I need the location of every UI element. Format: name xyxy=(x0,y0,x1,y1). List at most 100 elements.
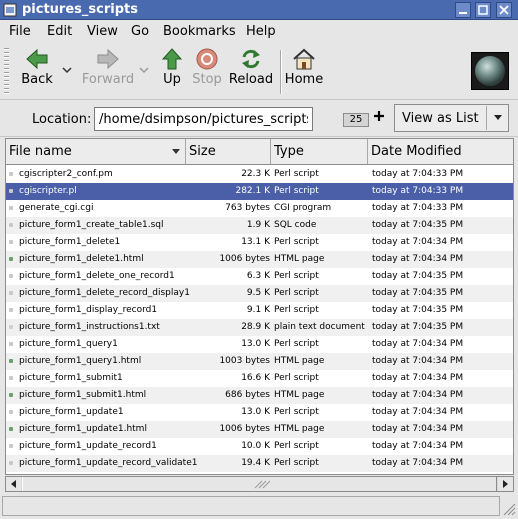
file-date-cell: today at 7:04:33 PM xyxy=(372,203,464,213)
resize-grip-icon[interactable] xyxy=(500,500,516,516)
column-size-label: Size xyxy=(189,144,216,159)
table-row[interactable]: picture_form1_update1.html 1006 bytes HTML… xyxy=(6,421,513,438)
table-row[interactable]: picture_form1_instructions1.txt 28.9 K pla… xyxy=(6,319,513,336)
file-name-cell: picture_form1_delete1.html xyxy=(19,254,144,264)
menu-bookmarks[interactable]: Bookmarks xyxy=(163,24,236,39)
file-icon xyxy=(9,172,13,176)
back-button[interactable]: Back xyxy=(14,46,60,98)
minimize-icon[interactable] xyxy=(455,2,471,18)
scroll-left-icon[interactable] xyxy=(6,477,21,491)
file-type-cell: Perl script xyxy=(274,458,319,468)
file-type-cell: Perl script xyxy=(274,407,319,417)
reload-icon xyxy=(242,49,260,69)
file-name-cell: picture_form1_update1 xyxy=(19,407,124,417)
file-size-cell: 16.6 K xyxy=(241,373,270,383)
file-date-cell: today at 7:04:35 PM xyxy=(372,220,464,230)
file-icon xyxy=(9,342,13,346)
chevron-down-icon xyxy=(486,106,508,130)
view-as-select[interactable]: View as List xyxy=(394,104,509,132)
file-name-cell: picture_form1_update_record_validate1 xyxy=(19,458,198,468)
file-name-cell: picture_form1_update1.html xyxy=(19,424,147,434)
file-size-cell: 13.0 K xyxy=(241,407,270,417)
reload-button[interactable]: Reload xyxy=(228,46,274,98)
maximize-icon[interactable] xyxy=(475,2,491,18)
table-row[interactable]: picture_form1_create_table1.sql 1.9 K SQL … xyxy=(6,217,513,234)
table-row[interactable]: cgiscripter.pl 282.1 K Perl script today at… xyxy=(6,183,513,200)
file-date-cell: today at 7:04:35 PM xyxy=(372,322,464,332)
stop-icon xyxy=(196,48,218,70)
table-row[interactable]: picture_form1_display_record1 9.1 K Perl s… xyxy=(6,302,513,319)
location-label: Location: xyxy=(32,112,92,127)
file-type-cell: Perl script xyxy=(274,169,319,179)
file-name-cell: picture_form1_delete_record_display1 xyxy=(19,288,190,298)
file-size-cell: 1003 bytes xyxy=(219,356,270,366)
home-button[interactable]: Home xyxy=(284,46,324,98)
scroll-right-icon[interactable] xyxy=(498,477,513,491)
forward-history-icon[interactable] xyxy=(138,64,150,76)
file-date-cell: today at 7:04:35 PM xyxy=(372,305,464,315)
file-type-cell: HTML page xyxy=(274,356,325,366)
menu-edit[interactable]: Edit xyxy=(47,24,72,39)
table-row[interactable]: picture_form1_delete1.html 1006 bytes HTML… xyxy=(6,251,513,268)
table-row[interactable]: picture_form1_update1 13.0 K Perl script to… xyxy=(6,404,513,421)
file-name-cell: picture_form1_delete1 xyxy=(19,237,121,247)
table-row[interactable]: cgiscripter2_conf.pm 22.3 K Perl script tod… xyxy=(6,166,513,183)
table-row[interactable]: picture_form1_delete_record_display1 9.5 … xyxy=(6,285,513,302)
file-icon xyxy=(9,376,13,380)
toolbar-grip[interactable] xyxy=(4,48,9,96)
file-date-cell: today at 7:04:34 PM xyxy=(372,458,464,468)
file-size-cell: 763 bytes xyxy=(225,203,270,213)
status-text-area xyxy=(2,496,500,516)
file-list[interactable]: File name Size Type Date Modified cgiscr… xyxy=(5,138,514,475)
column-date-label: Date Modified xyxy=(371,144,462,159)
table-row[interactable]: picture_form1_update_record1 10.0 K Perl s… xyxy=(6,438,513,455)
menu-file[interactable]: File xyxy=(9,24,31,39)
scrollbar-thumb[interactable] xyxy=(22,477,497,491)
file-type-cell: HTML page xyxy=(274,254,325,264)
table-row[interactable]: picture_form1_query1.html 1003 bytes HTML … xyxy=(6,353,513,370)
file-size-cell: 13.0 K xyxy=(241,339,270,349)
menu-go[interactable]: Go xyxy=(131,24,149,39)
file-size-cell: 9.5 K xyxy=(246,288,270,298)
file-icon xyxy=(9,393,13,397)
title-bar[interactable]: pictures_scripts xyxy=(0,0,518,20)
column-header-name[interactable]: File name xyxy=(6,139,186,164)
menu-help[interactable]: Help xyxy=(246,24,276,39)
file-name-cell: picture_form1_delete_one_record1 xyxy=(19,271,175,281)
file-icon xyxy=(9,291,13,295)
file-name-cell: cgiscripter2_conf.pm xyxy=(19,169,113,179)
file-size-cell: 686 bytes xyxy=(225,390,270,400)
column-header-type[interactable]: Type xyxy=(271,139,368,164)
file-type-cell: Perl script xyxy=(274,186,319,196)
column-header-size[interactable]: Size xyxy=(186,139,271,164)
file-size-cell: 6.3 K xyxy=(246,271,270,281)
zoom-in-icon[interactable] xyxy=(372,109,386,123)
file-icon xyxy=(9,444,13,448)
table-row[interactable]: picture_form1_submit1.html 686 bytes HTML … xyxy=(6,387,513,404)
file-type-cell: Perl script xyxy=(274,271,319,281)
file-icon xyxy=(9,325,13,329)
window-menu-icon[interactable] xyxy=(3,3,17,17)
column-header-date[interactable]: Date Modified xyxy=(368,139,513,164)
up-button[interactable]: Up xyxy=(158,46,186,98)
table-row[interactable]: picture_form1_query1 13.0 K Perl script tod… xyxy=(6,336,513,353)
table-row[interactable]: picture_form1_delete_one_record1 6.3 K Per… xyxy=(6,268,513,285)
stop-button[interactable]: Stop xyxy=(190,46,224,98)
table-row[interactable]: generate_cgi.cgi 763 bytes CGI program toda… xyxy=(6,200,513,217)
location-input[interactable] xyxy=(94,107,313,131)
back-label: Back xyxy=(21,72,53,87)
file-size-cell: 9.1 K xyxy=(246,305,270,315)
table-row[interactable]: picture_form1_delete1 13.1 K Perl script to… xyxy=(6,234,513,251)
close-icon[interactable] xyxy=(496,2,512,18)
file-date-cell: today at 7:04:34 PM xyxy=(372,407,464,417)
forward-button[interactable]: Forward xyxy=(80,46,136,98)
table-row[interactable]: picture_form1_update_record_validate1 19.… xyxy=(6,455,513,472)
back-history-icon[interactable] xyxy=(61,64,73,76)
table-row[interactable]: picture_form1_submit1 16.6 K Perl script to… xyxy=(6,370,513,387)
horizontal-scrollbar[interactable] xyxy=(5,476,514,492)
file-icon xyxy=(9,257,13,261)
file-date-cell: today at 7:04:34 PM xyxy=(372,390,464,400)
file-type-cell: CGI program xyxy=(274,203,332,213)
menu-view[interactable]: View xyxy=(87,24,118,39)
file-type-cell: Perl script xyxy=(274,373,319,383)
